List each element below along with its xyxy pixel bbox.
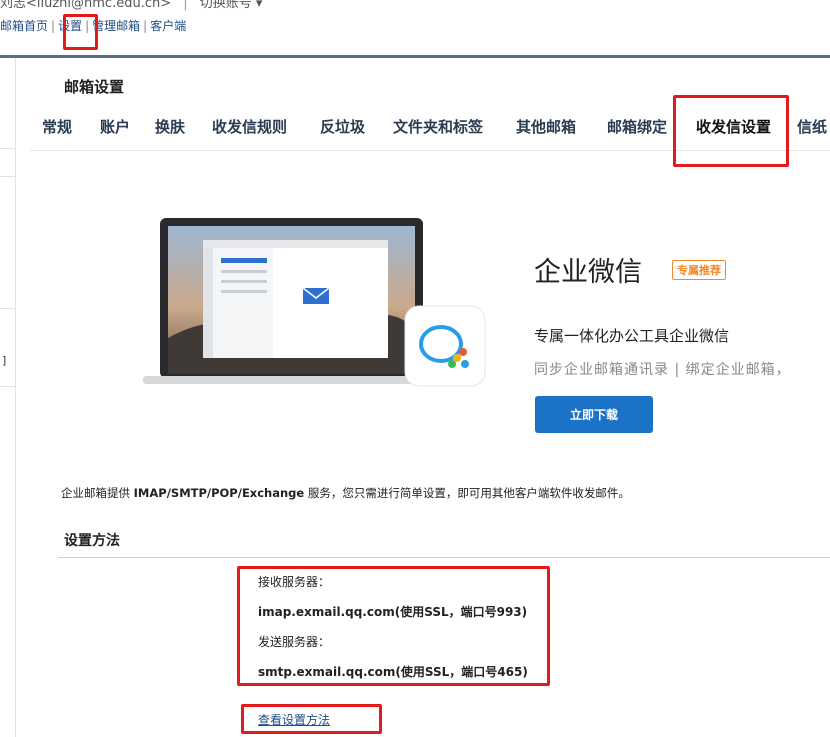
tab-folders-labels[interactable]: 文件夹和标签 bbox=[393, 116, 483, 137]
download-button[interactable]: 立即下载 bbox=[535, 396, 653, 433]
annotation-box-settings bbox=[63, 14, 98, 50]
intro-suffix: 服务，您只需进行简单设置，即可用其他客户端软件收发邮件。 bbox=[304, 486, 630, 500]
recommend-badge: 专属推荐 bbox=[672, 260, 726, 280]
tab-account[interactable]: 账户 bbox=[100, 116, 130, 137]
nav-client[interactable]: 客户端 bbox=[150, 19, 186, 33]
sidebar-divider bbox=[0, 176, 15, 177]
laptop-illustration bbox=[143, 218, 486, 387]
setup-method-divider bbox=[58, 557, 830, 558]
wecom-dot-red bbox=[459, 348, 467, 356]
annotation-box-tab bbox=[673, 95, 789, 167]
sidebar-divider bbox=[0, 308, 15, 309]
mail-reading-pane bbox=[273, 248, 388, 358]
tab-stationery[interactable]: 信纸 bbox=[797, 116, 827, 137]
mail-window-titlebar bbox=[203, 240, 388, 248]
nav-manage-mailbox[interactable]: 管理邮箱 bbox=[92, 19, 140, 33]
wecom-dot-blue bbox=[461, 360, 469, 368]
sidebar-divider bbox=[0, 148, 15, 149]
sidebar bbox=[0, 58, 16, 737]
tab-mailbox-binding[interactable]: 邮箱绑定 bbox=[607, 116, 667, 137]
service-intro: 企业邮箱提供 IMAP/SMTP/POP/Exchange 服务，您只需进行简单… bbox=[61, 485, 630, 501]
laptop-base bbox=[143, 376, 443, 384]
wecom-description: 同步企业邮箱通讯录 | 绑定企业邮箱， bbox=[534, 362, 791, 378]
header-divider bbox=[0, 55, 830, 58]
mail-list-row bbox=[221, 290, 267, 293]
mail-window-sidebar bbox=[203, 248, 213, 358]
mail-list-row bbox=[221, 270, 267, 273]
account-info: 刘志<liuzhi@hmc.edu.cn> | 切换账号 ▾ bbox=[0, 0, 262, 11]
nav-mail-home[interactable]: 邮箱首页 bbox=[0, 19, 48, 33]
annotation-box-servers bbox=[237, 566, 550, 686]
intro-protocols: IMAP/SMTP/POP/Exchange bbox=[133, 486, 305, 500]
tab-general[interactable]: 常规 bbox=[42, 116, 72, 137]
account-email: 刘志<liuzhi@hmc.edu.cn> bbox=[0, 0, 172, 11]
nav-separator: | bbox=[143, 19, 148, 33]
sidebar-divider bbox=[0, 386, 15, 387]
wecom-subtitle: 专属一体化办公工具企业微信 bbox=[534, 327, 730, 345]
account-separator: | bbox=[183, 0, 188, 11]
tab-mail-rules[interactable]: 收发信规则 bbox=[212, 116, 287, 137]
annotation-box-link bbox=[241, 704, 382, 734]
mail-list-selected bbox=[221, 258, 267, 263]
wecom-app-icon bbox=[404, 305, 486, 387]
mail-list-row bbox=[221, 280, 267, 283]
nav-separator: | bbox=[51, 19, 56, 33]
sidebar-fragment: ] bbox=[2, 354, 7, 367]
switch-account-link[interactable]: 切换账号 ▾ bbox=[200, 0, 263, 11]
intro-prefix: 企业邮箱提供 bbox=[61, 486, 134, 500]
tab-anti-spam[interactable]: 反垃圾 bbox=[320, 116, 365, 137]
setup-method-title: 设置方法 bbox=[64, 533, 120, 549]
wecom-title: 企业微信 bbox=[534, 257, 642, 288]
tab-other-mailbox[interactable]: 其他邮箱 bbox=[516, 116, 576, 137]
wecom-dot-green bbox=[448, 360, 456, 368]
tab-skin[interactable]: 换肤 bbox=[155, 116, 185, 137]
page-title: 邮箱设置 bbox=[64, 78, 125, 96]
top-header: 刘志<liuzhi@hmc.edu.cn> | 切换账号 ▾ 邮箱首页 | 设置 | 管… bbox=[0, 0, 830, 56]
